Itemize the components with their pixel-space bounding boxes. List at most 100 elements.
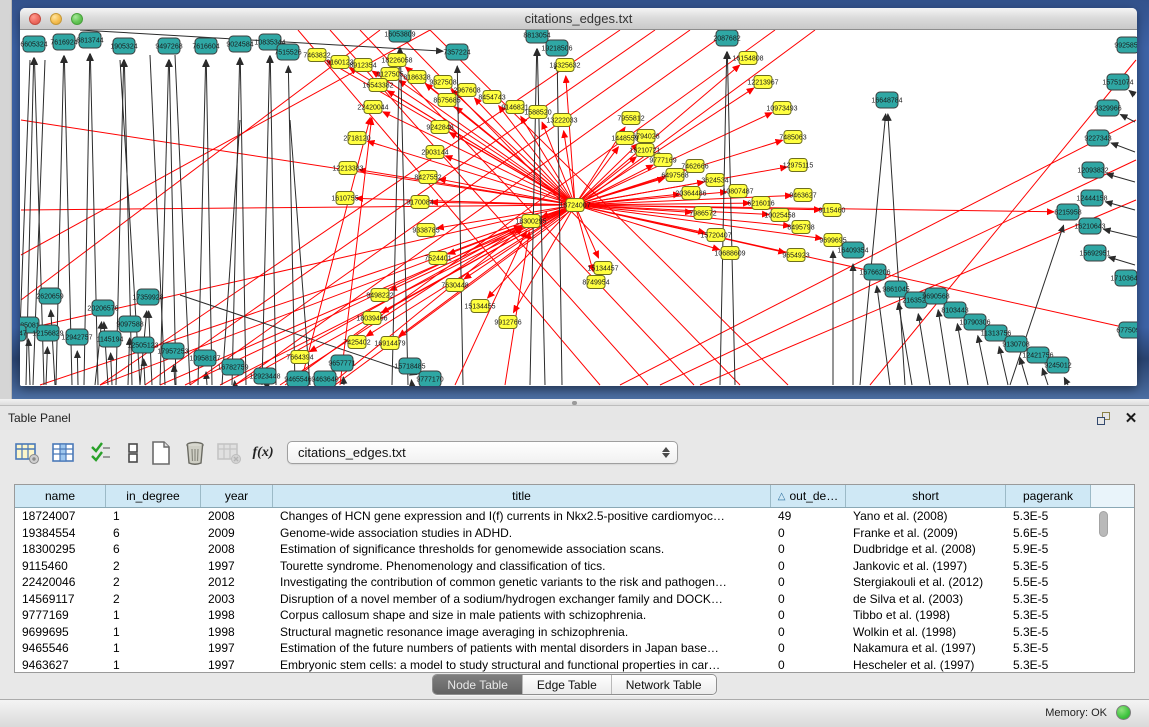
graph-node[interactable]: 10973493 <box>766 102 797 115</box>
graph-node[interactable]: 16210643 <box>1074 218 1105 234</box>
graph-node[interactable]: 9690568 <box>922 288 949 304</box>
graph-node[interactable]: 12444158 <box>1076 190 1107 206</box>
graph-node[interactable]: 331947 <box>20 325 27 341</box>
graph-node[interactable]: 12213383 <box>332 162 363 175</box>
show-columns-button[interactable] <box>48 439 78 467</box>
column-header-out_de[interactable]: △out_de… <box>771 485 846 507</box>
graph-node[interactable]: 2620659 <box>36 288 63 304</box>
graph-node[interactable]: 9245012 <box>1044 357 1071 373</box>
graph-node[interactable]: 8186328 <box>403 71 430 84</box>
graph-node[interactable]: 7515526 <box>274 44 301 60</box>
tab-edge-table[interactable]: Edge Table <box>523 675 612 694</box>
graph-node[interactable]: 10025458 <box>764 209 795 222</box>
graph-node[interactable]: 12505123 <box>127 337 158 353</box>
graph-node[interactable]: 16409354 <box>837 242 868 258</box>
table-row[interactable]: 911546021997Tourette syndrome. Phenomeno… <box>15 558 1134 575</box>
graph-node[interactable]: 2087682 <box>713 30 740 46</box>
table-row[interactable]: 969969511998Structural magnetic resonanc… <box>15 624 1134 641</box>
graph-node[interactable]: 17103648 <box>1110 270 1137 286</box>
graph-node[interactable]: 17957253 <box>157 343 188 359</box>
graph-node[interactable]: 7986572 <box>689 207 716 220</box>
graph-node[interactable]: 10688609 <box>714 247 745 260</box>
graph-node[interactable]: 7955812 <box>617 112 644 125</box>
graph-node[interactable]: 9024584 <box>226 36 253 52</box>
table-row[interactable]: 1456911722003Disruption of a novel membe… <box>15 591 1134 608</box>
column-header-pagerank[interactable]: pagerank <box>1006 485 1091 507</box>
graph-node[interactable]: 22420044 <box>357 101 388 114</box>
graph-node[interactable]: 16648784 <box>871 92 902 108</box>
column-header-in_degree[interactable]: in_degree <box>106 485 201 507</box>
network-table-selector[interactable]: citations_edges.txt <box>287 441 678 464</box>
graph-node[interactable]: 9130708 <box>1002 336 1029 352</box>
graph-node[interactable]: 8675685 <box>433 94 460 107</box>
graph-node[interactable]: 9657771 <box>328 355 355 371</box>
table-scrollbar[interactable] <box>1099 511 1108 669</box>
graph-node[interactable]: 2718120 <box>343 132 370 145</box>
table-options-button[interactable] <box>12 439 42 467</box>
panel-resize-handle[interactable] <box>0 399 1149 406</box>
graph-node[interactable]: 7616604 <box>192 38 219 54</box>
graph-node[interactable]: 1145194 <box>97 331 124 347</box>
graph-node[interactable]: 15134457 <box>587 262 618 275</box>
graph-node[interactable]: 16154808 <box>732 52 763 65</box>
column-header-title[interactable]: title <box>273 485 771 507</box>
graph-node[interactable]: 6605324 <box>20 36 47 52</box>
graph-node[interactable]: 20206576 <box>87 300 118 316</box>
delete-table-button[interactable] <box>214 439 244 467</box>
network-canvas[interactable]: 1872400718300295746382291601238912354182… <box>20 30 1137 386</box>
graph-node[interactable]: 19218506 <box>541 40 572 56</box>
graph-node[interactable]: 12975115 <box>783 159 814 172</box>
close-panel-button[interactable]: ✕ <box>1121 409 1141 427</box>
row-height-button[interactable] <box>118 439 148 467</box>
table-row[interactable]: 1938455462009Genome-wide association stu… <box>15 525 1134 542</box>
graph-node[interactable]: 1610755 <box>331 192 358 205</box>
table-row[interactable]: 946362711997Embryonic stem cells: a mode… <box>15 657 1134 674</box>
graph-node[interactable]: 15134455 <box>464 300 495 313</box>
network-window-titlebar[interactable]: citations_edges.txt <box>20 8 1137 30</box>
graph-node[interactable]: 15692951 <box>1079 245 1110 261</box>
delete-columns-button[interactable] <box>180 439 210 467</box>
graph-node[interactable]: 7485063 <box>779 131 806 144</box>
graph-node[interactable]: 7616924 <box>50 34 77 50</box>
column-header-short[interactable]: short <box>846 485 1006 507</box>
graph-node[interactable]: 12156829 <box>32 325 63 341</box>
graph-node[interactable]: 9227343 <box>1084 130 1111 146</box>
graph-node[interactable]: 16914479 <box>374 337 405 350</box>
graph-node[interactable]: 9097588 <box>116 316 143 332</box>
graph-node[interactable]: 12923448 <box>249 368 280 384</box>
new-column-button[interactable] <box>146 439 176 467</box>
graph-node[interactable]: 17359928 <box>132 289 163 305</box>
minimize-window-icon[interactable] <box>50 13 62 25</box>
table-row[interactable]: 1872400712008Changes of HCN gene express… <box>15 508 1134 525</box>
float-panel-button[interactable] <box>1093 409 1113 427</box>
graph-node[interactable]: 7425402 <box>343 336 370 349</box>
graph-node[interactable]: 10958187 <box>189 350 220 366</box>
graph-node[interactable]: 16782759 <box>217 359 248 375</box>
function-builder-button[interactable]: f(x) <box>248 439 278 467</box>
graph-node[interactable]: 7664394 <box>286 351 313 364</box>
graph-node[interactable]: 10807487 <box>722 185 753 198</box>
tab-network-table[interactable]: Network Table <box>612 675 716 694</box>
memory-ok-icon[interactable] <box>1116 705 1131 720</box>
table-row[interactable]: 946554611997Estimation of the future num… <box>15 640 1134 657</box>
graph-node[interactable]: 6775093 <box>1116 322 1137 338</box>
graph-node[interactable]: 9338785 <box>412 224 439 237</box>
graph-node[interactable]: 2903144 <box>421 146 448 159</box>
column-header-name[interactable]: name <box>15 485 106 507</box>
graph-node[interactable]: 18226058 <box>381 54 412 67</box>
column-header-year[interactable]: year <box>201 485 273 507</box>
graph-node[interactable]: 9115460 <box>819 204 846 217</box>
tab-node-table[interactable]: Node Table <box>433 675 523 694</box>
table-row[interactable]: 2242004622012Investigating the contribut… <box>15 574 1134 591</box>
graph-node[interactable]: 9777170 <box>416 371 443 386</box>
graph-node[interactable]: 8749954 <box>582 276 609 289</box>
graph-node[interactable]: 12942757 <box>61 329 92 345</box>
graph-node[interactable]: 12213967 <box>747 76 778 89</box>
graph-node[interactable]: 16766206 <box>859 264 890 280</box>
graph-node[interactable]: 9654923 <box>782 249 809 262</box>
graph-node[interactable]: 7357224 <box>443 44 470 60</box>
graph-node[interactable]: 9463640 <box>311 371 338 386</box>
table-row[interactable]: 977716911998Corpus callosum shape and si… <box>15 607 1134 624</box>
graph-node[interactable]: 9497268 <box>155 38 182 54</box>
graph-node[interactable]: 8813744 <box>76 32 103 48</box>
